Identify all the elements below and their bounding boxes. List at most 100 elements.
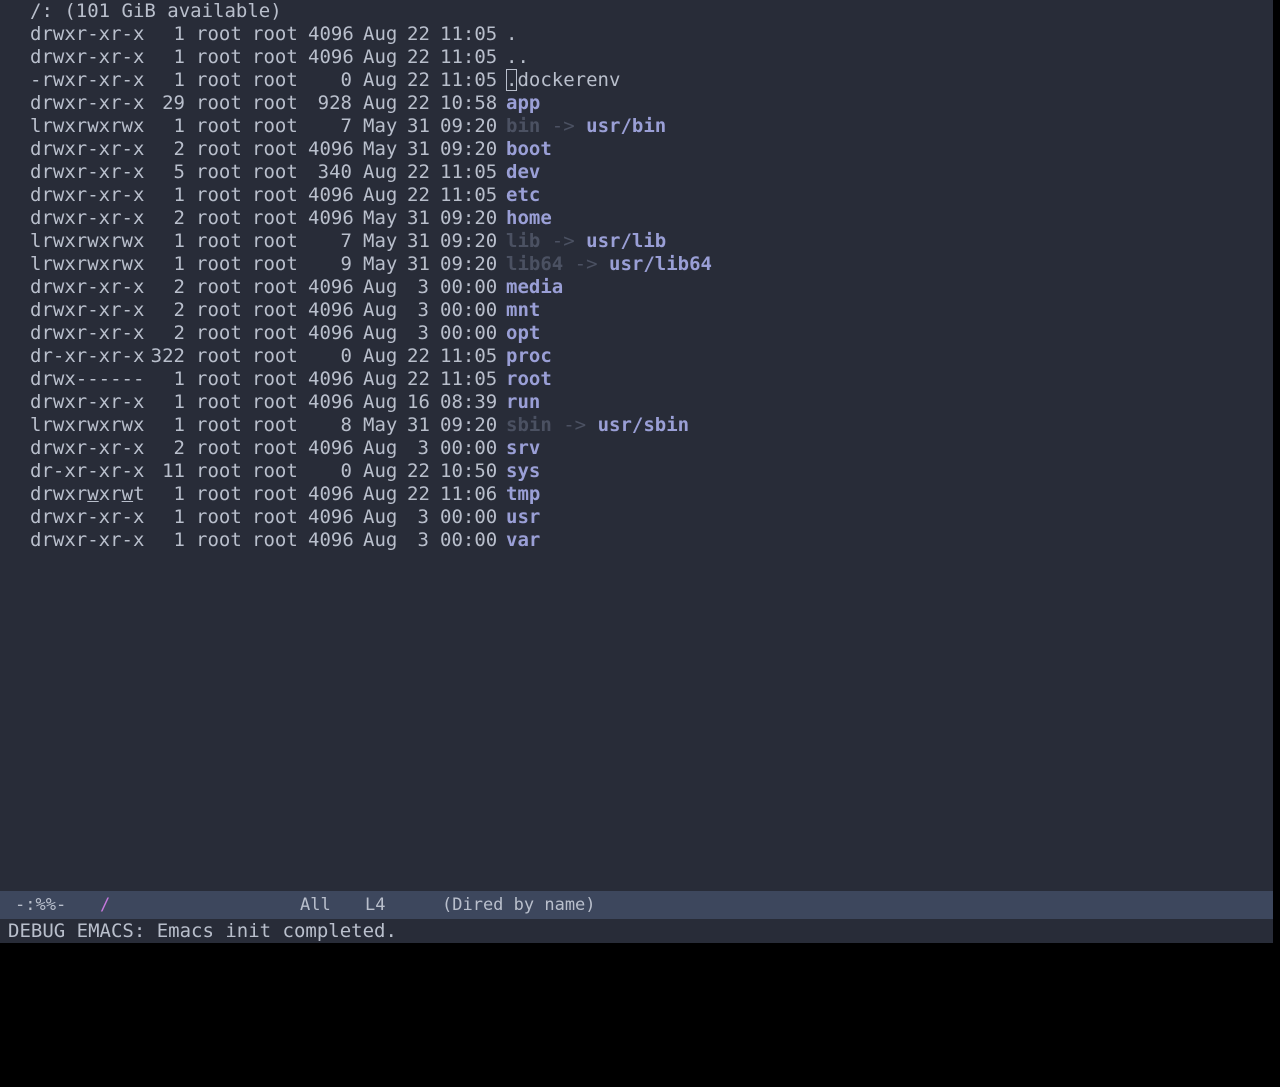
dired-entry[interactable]: lrwxrwxrwx 1 root root 7 May 31 09:20 bin -> usr… [30,115,712,138]
entry-name[interactable]: usr [506,506,540,528]
dired-entry[interactable]: drwxr-xr-x 2 root root 4096 Aug 3 00:00 media [30,276,712,299]
entry-owner: root [196,69,242,91]
dired-entry[interactable]: drwxr-xr-x 5 root root 340 Aug 22 11:05 dev [30,161,712,184]
entry-size: 4096 [308,276,354,298]
entry-month: Aug [363,368,398,390]
entry-name[interactable]: dev [506,161,540,183]
dired-entry[interactable]: drwxr-xr-x 1 root root 4096 Aug 22 11:05 etc [30,184,712,207]
dired-entry[interactable]: drwxr-xr-x 29 root root 928 Aug 22 10:58 app [30,92,712,115]
entry-name[interactable]: sbin [506,414,552,436]
entry-name[interactable]: lib64 [506,253,563,275]
entry-name[interactable]: proc [506,345,552,367]
entry-owner: root [196,253,242,275]
dired-entry[interactable]: lrwxrwxrwx 1 root root 7 May 31 09:20 lib -> usr… [30,230,712,253]
entry-name[interactable]: etc [506,184,540,206]
entry-day: 22 [407,46,430,68]
dired-entry[interactable]: -rwxr-xr-x 1 root root 0 Aug 22 11:05 .dockerenv [30,69,712,92]
symlink-target[interactable]: usr/sbin [598,414,690,436]
entry-month: Aug [363,184,398,206]
entry-day: 31 [407,115,430,137]
entry-permissions: drwxr-xr-x [30,138,145,160]
entry-link-count: 1 [173,529,185,551]
entry-link-count: 1 [173,253,185,275]
entry-name[interactable]: tmp [506,483,540,505]
entry-size: 7 [340,115,352,137]
dired-entry[interactable]: drwx------ 1 root root 4096 Aug 22 11:05 root [30,368,712,391]
entry-group: root [252,23,298,45]
entry-permissions: drwxr-xr-x [30,23,145,45]
entry-time: 00:00 [440,437,498,459]
entry-permissions: drwxrwxrwt [30,483,145,505]
entry-name[interactable]: mnt [506,299,540,321]
entry-time: 09:20 [440,414,498,436]
entry-link-count: 1 [173,230,185,252]
entry-time: 00:00 [440,529,498,551]
modeline-buffer-name[interactable]: / [100,891,110,919]
dired-entry[interactable]: drwxr-xr-x 1 root root 4096 Aug 16 08:39 run [30,391,712,414]
dired-entry[interactable]: lrwxrwxrwx 1 root root 8 May 31 09:20 sbin -> us… [30,414,712,437]
dired-buffer[interactable]: /: (101 GiB available) drwxr-xr-x 1 root ro… [0,0,1273,890]
entry-month: Aug [363,69,398,91]
dired-entry[interactable]: drwxr-xr-x 1 root root 4096 Aug 3 00:00 var [30,529,712,552]
symlink-target[interactable]: usr/lib64 [609,253,712,275]
entry-size: 4096 [308,529,354,551]
entry-time: 00:00 [440,322,498,344]
entry-name[interactable]: bin [506,115,540,137]
entry-month: Aug [363,92,398,114]
entry-name[interactable]: var [506,529,540,551]
entry-day: 31 [407,230,430,252]
symlink-target[interactable]: usr/bin [586,115,666,137]
entry-link-count: 5 [173,161,185,183]
entry-name[interactable]: srv [506,437,540,459]
entry-day: 3 [417,437,429,459]
entry-group: root [252,414,298,436]
entry-owner: root [196,138,242,160]
entry-name[interactable]: lib [506,230,540,252]
entry-group: root [252,437,298,459]
dired-entry[interactable]: drwxr-xr-x 2 root root 4096 May 31 09:20 boot [30,138,712,161]
entry-owner: root [196,207,242,229]
entry-name[interactable]: . [506,23,517,45]
entry-name[interactable]: .dockerenv [506,69,620,91]
dired-entry[interactable]: dr-xr-xr-x 322 root root 0 Aug 22 11:05 proc [30,345,712,368]
dired-entry[interactable]: drwxr-xr-x 2 root root 4096 Aug 3 00:00 mnt [30,299,712,322]
entry-time: 09:20 [440,207,498,229]
entry-group: root [252,506,298,528]
entry-name[interactable]: home [506,207,552,229]
entry-owner: root [196,184,242,206]
entry-name[interactable]: .. [506,46,529,68]
entry-name[interactable]: boot [506,138,552,160]
modeline-major-mode[interactable]: (Dired by name) [442,891,596,919]
entry-size: 8 [340,414,352,436]
entry-size: 4096 [308,322,354,344]
entry-time: 11:06 [440,483,498,505]
entry-time: 11:05 [440,368,498,390]
dired-entry[interactable]: drwxrwxrwt 1 root root 4096 Aug 22 11:06 tmp [30,483,712,506]
dired-entry[interactable]: lrwxrwxrwx 1 root root 9 May 31 09:20 lib64 -> u… [30,253,712,276]
dired-entry[interactable]: drwxr-xr-x 2 root root 4096 Aug 3 00:00 srv [30,437,712,460]
dired-entry[interactable]: drwxr-xr-x 1 root root 4096 Aug 22 11:05.. [30,46,712,69]
entry-month: Aug [363,161,398,183]
entry-name[interactable]: app [506,92,540,114]
entry-name[interactable]: media [506,276,563,298]
emacs-frame: /: (101 GiB available) drwxr-xr-x 1 root ro… [0,0,1273,943]
dired-entry[interactable]: drwxr-xr-x 1 root root 4096 Aug 3 00:00 usr [30,506,712,529]
entry-day: 22 [407,69,430,91]
entry-name[interactable]: opt [506,322,540,344]
entry-link-count: 1 [173,391,185,413]
entry-group: root [252,46,298,68]
entry-permissions: lrwxrwxrwx [30,230,145,252]
entry-name[interactable]: sys [506,460,540,482]
symlink-target[interactable]: usr/lib [586,230,666,252]
entry-link-count: 2 [173,322,185,344]
dired-entry[interactable]: drwxr-xr-x 1 root root 4096 Aug 22 11:05. [30,23,712,46]
dired-entry[interactable]: drwxr-xr-x 2 root root 4096 May 31 09:20 home [30,207,712,230]
entry-name[interactable]: run [506,391,540,413]
entry-size: 4096 [308,391,354,413]
dired-entry[interactable]: dr-xr-xr-x 11 root root 0 Aug 22 10:50 sys [30,460,712,483]
entry-name[interactable]: root [506,368,552,390]
dired-entry[interactable]: drwxr-xr-x 2 root root 4096 Aug 3 00:00 opt [30,322,712,345]
entry-permissions: drwxr-xr-x [30,161,145,183]
entry-owner: root [196,230,242,252]
entry-size: 4096 [308,184,354,206]
